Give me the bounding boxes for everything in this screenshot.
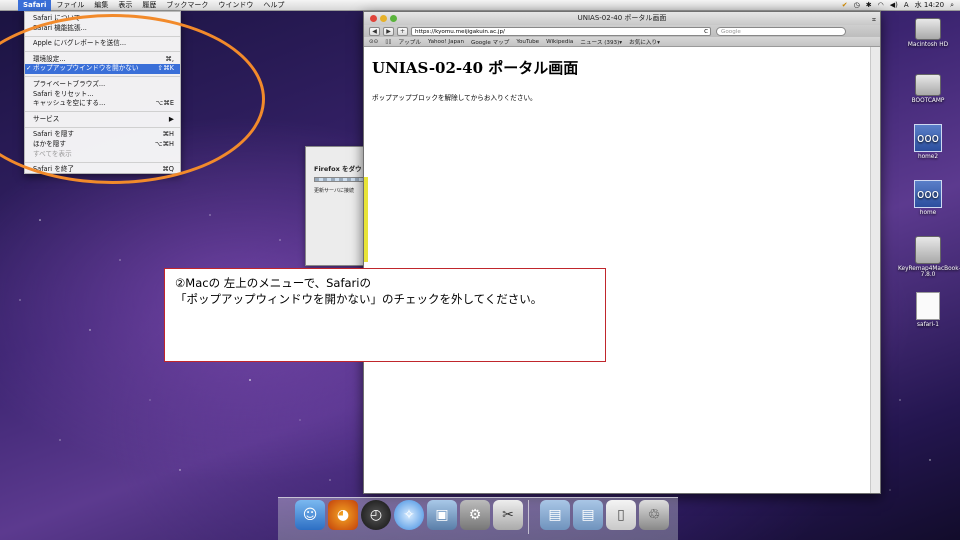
desktop-icon-bootcamp[interactable]: BOOTCAMP [898,74,958,104]
page-side-stripe [364,177,368,262]
menu-bookmarks[interactable]: ブックマーク [161,0,213,11]
close-button[interactable] [370,15,377,22]
safari-compass-icon[interactable]: ✧ [394,500,424,530]
menu-item-preferences[interactable]: 環境設定... ⌘, [25,55,180,65]
bookmarks-book-icon[interactable]: ▯▯ [385,39,391,45]
menu-item-block-popups[interactable]: ✓ ポップアップウインドウを開かない ⇧⌘K [25,64,180,74]
menu-item-hide-others[interactable]: ほかを隠す ⌥⌘H [25,140,180,150]
menu-item-extensions[interactable]: Safari 機能拡張... [25,24,180,34]
menu-view[interactable]: 表示 [113,0,137,11]
menu-separator [25,35,180,37]
network-volume-icon: ooo [914,124,942,152]
menu-item-private-browsing[interactable]: プライベートブラウズ... [25,80,180,90]
window-titlebar[interactable]: UNIAS-02-40 ポータル画面 ⌗ [364,12,880,25]
menu-safari[interactable]: Safari [18,0,52,11]
vertical-scrollbar[interactable] [870,47,880,493]
menu-bar: Safari ファイル 編集 表示 履歴 ブックマーク ウインドウ ヘルプ ✔ … [0,0,960,11]
bookmark-wikipedia[interactable]: Wikipedia [546,39,573,45]
menu-history[interactable]: 履歴 [137,0,161,11]
popup-message: ポップアップブロックを解除してからお入りください。 [372,94,537,102]
utility-app-icon[interactable]: ✂ [493,500,523,530]
menu-edit[interactable]: 編集 [89,0,113,11]
page-heading: UNIAS-02-40 ポータル画面 [372,59,579,77]
minimize-button[interactable] [380,15,387,22]
submenu-arrow-icon: ▶ [168,114,174,123]
downloads-stack-icon[interactable]: ▯ [606,500,636,530]
firefox-dialog-status: 更新サーバに接続 [314,188,354,194]
menu-separator [25,111,180,113]
menu-clock[interactable]: 水 14:20 [915,0,944,11]
bluetooth-icon[interactable]: ✱ [866,0,872,11]
menu-item-services[interactable]: サービス ▶ [25,115,180,125]
bookmark-favorites[interactable]: お気に入り▾ [629,38,660,46]
dock-separator [528,500,529,534]
bookmark-google-maps[interactable]: Google マップ [471,38,509,46]
document-icon [916,292,940,320]
trash-icon[interactable]: ♲ [639,500,669,530]
menu-separator [25,126,180,128]
add-bookmark-button[interactable]: + [397,26,409,36]
reading-list-icon[interactable]: ⊙⊙ [369,39,378,45]
reload-icon[interactable]: C [704,28,708,36]
desktop-icon-safari-doc[interactable]: safari-1 [898,292,958,328]
input-method-icon[interactable]: A [904,0,909,11]
finder-icon[interactable]: ☺ [295,500,325,530]
instruction-line-2: 「ポップアップウィンドウを開かない」のチェックを外してください。 [175,292,543,306]
dashboard-icon[interactable]: ◴ [361,500,391,530]
toolbar-toggle-icon[interactable]: ⌗ [872,14,876,27]
spotlight-icon[interactable]: ⌕ [950,0,954,11]
instruction-line-1: ②Macの 左上のメニューで、Safariの [175,276,371,290]
desktop-icon-home2[interactable]: ooo home2 [898,124,958,160]
menu-item-empty-cache[interactable]: キャッシュを空にする... ⌥⌘E [25,99,180,109]
system-preferences-icon[interactable]: ⚙ [460,500,490,530]
applications-folder-icon[interactable]: ▤ [540,500,570,530]
forward-button[interactable]: ▶ [383,26,394,36]
menu-item-quit[interactable]: Safari を終了 ⌘Q [25,165,180,175]
menu-separator [25,51,180,53]
desktop-icon-home[interactable]: ooo home [898,180,958,216]
search-placeholder: Google [721,28,741,35]
back-button[interactable]: ◀ [369,26,380,36]
search-field[interactable]: Google [716,26,847,36]
hard-drive-icon [915,18,941,40]
iphoto-icon[interactable]: ▣ [427,500,457,530]
menu-item-about[interactable]: Safari について [25,14,180,24]
window-title: UNIAS-02-40 ポータル画面 [577,14,667,22]
volume-icon[interactable]: ◀) [890,0,898,11]
safari-window: UNIAS-02-40 ポータル画面 ⌗ ◀ ▶ + https://kyomu… [363,11,881,494]
menu-item-reset[interactable]: Safari をリセット... [25,90,180,100]
menu-item-show-all: すべてを表示 [33,149,72,158]
instruction-callout: ②Macの 左上のメニューで、Safariの 「ポップアップウィンドウを開かない… [164,268,606,362]
firefox-icon[interactable]: ◕ [328,500,358,530]
hard-drive-icon [915,74,941,96]
desktop-icon-keyremap[interactable]: KeyRemap4MacBook-7.8.0 [898,236,960,278]
menu-window[interactable]: ウインドウ [213,0,258,11]
network-volume-icon: ooo [914,180,942,208]
disk-image-icon [915,236,941,264]
menu-item-hide-safari[interactable]: Safari を隠す ⌘H [25,130,180,140]
safari-menu-dropdown: Safari について Safari 機能拡張... Apple にバグレポート… [24,11,181,174]
documents-folder-icon[interactable]: ▤ [573,500,603,530]
menu-file[interactable]: ファイル [51,0,89,11]
status-check-icon[interactable]: ✔ [842,0,848,11]
bookmark-apple[interactable]: アップル [399,38,421,46]
menu-help[interactable]: ヘルプ [258,0,289,11]
address-bar[interactable]: https://kyomu.meijigakuin.ac.jp/ C [411,26,712,36]
menu-item-bug-report[interactable]: Apple にバグレポートを送信... [25,39,180,49]
menu-separator [25,76,180,78]
desktop-icon-macintosh-hd[interactable]: Macintosh HD [898,18,958,48]
checkmark-icon: ✓ [26,64,32,73]
bookmark-yahoo[interactable]: Yahoo! Japan [428,39,464,45]
url-text: https://kyomu.meijigakuin.ac.jp/ [415,28,505,35]
zoom-button[interactable] [390,15,397,22]
menu-separator [25,161,180,163]
bookmarks-bar: ⊙⊙ ▯▯ アップル Yahoo! Japan Google マップ YouTu… [364,37,880,47]
browser-toolbar: ◀ ▶ + https://kyomu.meijigakuin.ac.jp/ C… [364,25,880,37]
bookmark-news[interactable]: ニュース (393)▾ [580,38,622,46]
wifi-icon[interactable]: ◠ [878,0,884,11]
time-machine-icon[interactable]: ◷ [854,0,860,11]
bookmark-youtube[interactable]: YouTube [516,39,539,45]
